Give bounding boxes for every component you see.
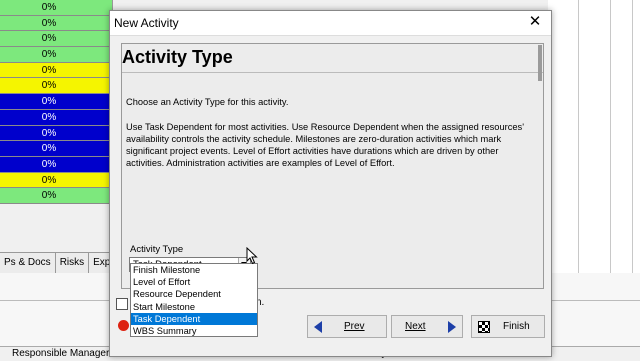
error-icon xyxy=(118,320,129,331)
dropdown-option[interactable]: WBS Summary xyxy=(131,325,257,337)
dropdown-option[interactable]: Finish Milestone xyxy=(131,264,257,276)
dropdown-option[interactable]: Resource Dependent xyxy=(131,288,257,300)
grid-row: 0% xyxy=(0,141,112,157)
close-icon[interactable]: ✕ xyxy=(527,14,543,30)
heading-bar: Activity Type xyxy=(122,44,543,81)
scrollbar[interactable] xyxy=(538,45,542,81)
intro-text: Choose an Activity Type for this activit… xyxy=(126,97,289,107)
dropdown-option[interactable]: Level of Effort xyxy=(131,276,257,288)
grid-row: 0% xyxy=(0,156,112,173)
grid-row: 0% xyxy=(0,31,112,48)
mouse-cursor-icon xyxy=(246,247,258,265)
next-button[interactable]: Next xyxy=(391,315,463,338)
wizard-panel: Activity Type Choose an Activity Type fo… xyxy=(121,43,544,289)
bottom-tabs: Ps & DocsRisksExpens xyxy=(0,252,132,274)
arrow-left-icon xyxy=(314,321,322,333)
grid-row: 0% xyxy=(0,94,112,110)
dropdown-option[interactable]: Start Milestone xyxy=(131,301,257,313)
activity-type-label: Activity Type xyxy=(130,244,184,255)
grid-row: 0% xyxy=(0,172,112,189)
checkered-flag-icon xyxy=(478,321,490,333)
finish-label: Finish xyxy=(503,321,530,332)
dropdown-option[interactable]: Task Dependent xyxy=(131,312,257,325)
prev-label: Prev xyxy=(344,321,365,332)
bottom-tab[interactable]: Ps & Docs xyxy=(0,253,56,273)
progress-grid: 0% 0% 0% 0% 0% 0% 0% 0% 0% 0% 0% 0% 0% xyxy=(0,0,113,212)
grid-row: 0% xyxy=(0,109,112,126)
grid-row: 0% xyxy=(0,47,112,63)
grid-row: 0% xyxy=(0,15,112,32)
grid-row: 0% xyxy=(0,78,112,95)
activity-type-dropdown[interactable]: Finish Milestone Level of Effort Resource … xyxy=(130,263,258,337)
grid-row: 0% xyxy=(0,0,112,16)
dialog-title: New Activity xyxy=(114,16,179,30)
dialog-titlebar[interactable]: New Activity ✕ xyxy=(110,11,551,36)
option-checkbox[interactable] xyxy=(116,298,128,310)
arrow-right-icon xyxy=(448,321,456,333)
grid-row: 0% xyxy=(0,188,112,204)
description-text: Use Task Dependent for most activities. … xyxy=(126,122,524,168)
next-label: Next xyxy=(405,321,426,332)
grid-row: 0% xyxy=(0,62,112,79)
grid-row: 0% xyxy=(0,125,112,142)
bottom-tab[interactable]: Risks xyxy=(56,253,90,273)
responsible-manager-label: Responsible Manager xyxy=(12,348,110,359)
prev-button[interactable]: Prev xyxy=(307,315,387,338)
page-title: Activity Type xyxy=(122,47,233,67)
finish-button[interactable]: Finish xyxy=(471,315,545,338)
gantt-area xyxy=(548,0,640,300)
